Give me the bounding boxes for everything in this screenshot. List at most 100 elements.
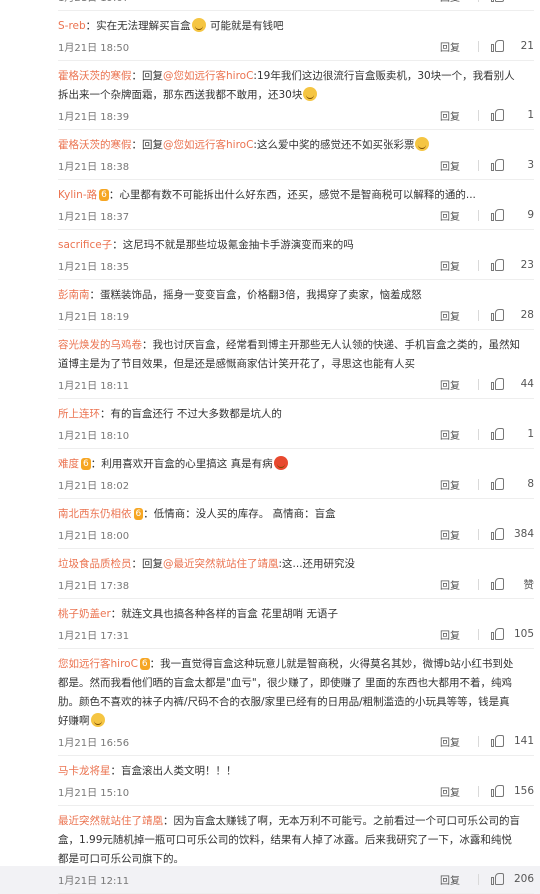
comment-meta: 1月21日 18:02 回复 8 [58, 474, 534, 494]
reply-button[interactable]: 回复 [440, 527, 460, 542]
mention-link[interactable]: @您如远行客hiroC [163, 139, 253, 151]
reply-button[interactable]: 回复 [440, 477, 460, 492]
thumbs-up-icon[interactable] [491, 0, 504, 2]
mention-link[interactable]: @您如远行客hiroC [163, 70, 253, 82]
thumbs-up-icon[interactable] [491, 628, 504, 640]
comment-time: 1月21日 17:38 [58, 580, 130, 592]
comment-username[interactable]: 霍格沃茨的寒假 [58, 139, 132, 151]
thumbs-up-icon[interactable] [491, 259, 504, 271]
comment-text: 霍格沃茨的寒假：回复@您如远行客hiroC:这么爱中奖的感觉还不如买张彩票 [58, 136, 520, 155]
like-button[interactable]: 1 [491, 109, 534, 121]
like-count: 赞 [523, 578, 535, 591]
reply-button[interactable]: 回复 [440, 258, 460, 273]
thumbs-up-icon[interactable] [491, 159, 504, 171]
reply-button[interactable]: 回复 [440, 158, 460, 173]
like-button[interactable]: 384 [491, 528, 534, 540]
thumbs-up-icon[interactable] [491, 785, 504, 797]
comment-username[interactable]: 容光焕发的乌鸡卷 [58, 339, 142, 351]
reply-button[interactable]: 回复 [440, 577, 460, 592]
divider [478, 309, 479, 321]
comment-text: 难度 6 ：利用喜欢开盲盒的心里搞这 真是有病 [58, 455, 520, 474]
comment-meta: 1月21日 15:10 回复 156 [58, 781, 534, 801]
comment-list: 1月21日 19:07回复25S-reb：实在无法理解买盲盒 可能就是有钱吧1月… [0, 0, 540, 894]
divider [478, 109, 479, 121]
comment-body-rest: :这么爱中奖的感觉还不如买张彩票 [253, 139, 415, 151]
comment-body-rest: 可能就是有钱吧 [206, 20, 284, 32]
like-button[interactable]: 28 [491, 309, 534, 321]
divider [478, 259, 479, 271]
comment-username[interactable]: 垃圾食品质检员 [58, 558, 132, 570]
comment-username[interactable]: 马卡龙将星 [58, 765, 111, 777]
like-button[interactable]: 105 [491, 628, 534, 640]
comment-body: ：回复 [131, 70, 164, 82]
reply-button[interactable]: 回复 [440, 377, 460, 392]
emoji-icon [415, 137, 430, 151]
comment-item: 南北西东仍相依 6 ：低情商：没人买的库存。 高情商：盲盒 1月21日 18:00 回复… [58, 499, 534, 549]
like-button[interactable]: 3 [491, 159, 534, 171]
like-button[interactable]: 206 [491, 873, 534, 885]
comment-username[interactable]: 彭南南 [58, 289, 90, 301]
comment-time: 1月21日 16:56 [58, 737, 130, 749]
thumbs-up-icon[interactable] [491, 428, 504, 440]
thumbs-up-icon[interactable] [491, 209, 504, 221]
reply-button[interactable]: 回复 [440, 208, 460, 223]
comment-item: 1月21日 19:07回复 25 [58, 0, 534, 11]
reply-button[interactable]: 回复 [440, 784, 460, 799]
thumbs-up-icon[interactable] [491, 40, 504, 52]
thumbs-up-icon[interactable] [491, 528, 504, 540]
thumbs-up-icon[interactable] [491, 109, 504, 121]
comment-username[interactable]: 霍格沃茨的寒假 [58, 70, 132, 82]
like-button[interactable]: 156 [491, 785, 534, 797]
comment-username[interactable]: 难度 [58, 458, 79, 470]
comment-username[interactable]: sacrifice子 [58, 239, 112, 251]
like-button[interactable]: 9 [491, 209, 534, 221]
reply-button[interactable]: 回复 [440, 872, 460, 887]
comment-text: 马卡龙将星：盲盒滚出人类文明！！！ [58, 762, 520, 781]
reply-button[interactable]: 回复 [440, 627, 460, 642]
mention-link[interactable]: @最近突然就站住了靖凰 [163, 558, 279, 570]
like-button[interactable]: 23 [491, 259, 534, 271]
vip-badge: 6 [99, 189, 109, 201]
comment-text: 垃圾食品质检员：回复@最近突然就站住了靖凰:这...还用研究没 [58, 555, 520, 574]
divider [478, 378, 479, 390]
comment-item: 您如远行客hiroC 6 ：我一直觉得盲盒这种玩意儿就是智商税，火得莫名其妙，微博b… [58, 649, 534, 756]
like-button[interactable]: 8 [491, 478, 534, 490]
thumbs-up-icon[interactable] [491, 735, 504, 747]
divider [478, 40, 479, 52]
comment-username[interactable]: 桃子奶盖er [58, 608, 111, 620]
comment-username[interactable]: 南北西东仍相依 [58, 508, 132, 520]
like-button[interactable]: 44 [491, 378, 534, 390]
like-button[interactable]: 25 [491, 0, 534, 2]
thumbs-up-icon[interactable] [491, 578, 504, 590]
thumbs-up-icon[interactable] [491, 478, 504, 490]
comment-username[interactable]: 您如远行客hiroC [58, 658, 138, 670]
divider [478, 209, 479, 221]
like-button[interactable]: 1 [491, 428, 534, 440]
reply-button[interactable]: 回复 [440, 734, 460, 749]
thumbs-up-icon[interactable] [491, 873, 504, 885]
comment-text: 最近突然就站住了靖凰：因为盲盒太赚钱了啊，无本万利不可能亏。之前看过一个可口可乐… [58, 812, 520, 869]
reply-button[interactable]: 回复 [440, 308, 460, 323]
thumbs-up-icon[interactable] [491, 378, 504, 390]
like-button[interactable]: 赞 [491, 577, 534, 592]
comment-body: ：利用喜欢开盲盒的心里搞这 真是有病 [90, 458, 273, 470]
thumbs-up-icon[interactable] [491, 309, 504, 321]
reply-button[interactable]: 回复 [440, 0, 460, 4]
comment-username[interactable]: S-reb [58, 20, 86, 32]
comment-username[interactable]: Kylin-路 [58, 189, 97, 201]
comment-username[interactable]: 最近突然就站住了靖凰 [58, 815, 163, 827]
reply-button[interactable]: 回复 [440, 427, 460, 442]
comment-item: 所上连环：有的盲盒还行 不过大多数都是坑人的 1月21日 18:10 回复 1 [58, 399, 534, 449]
reply-button[interactable]: 回复 [440, 39, 460, 54]
comment-username[interactable]: 所上连环 [58, 408, 100, 420]
like-button[interactable]: 21 [491, 40, 534, 52]
like-count: 8 [527, 478, 534, 490]
like-button[interactable]: 141 [491, 735, 534, 747]
like-count: 44 [520, 378, 534, 390]
like-count: 105 [513, 628, 534, 640]
comment-meta: 1月21日 18:10 回复 1 [58, 424, 534, 444]
divider [478, 873, 479, 885]
comment-body: ：实在无法理解买盲盒 [85, 20, 191, 32]
reply-button[interactable]: 回复 [440, 108, 460, 123]
comment-text: S-reb：实在无法理解买盲盒 可能就是有钱吧 [58, 17, 520, 36]
